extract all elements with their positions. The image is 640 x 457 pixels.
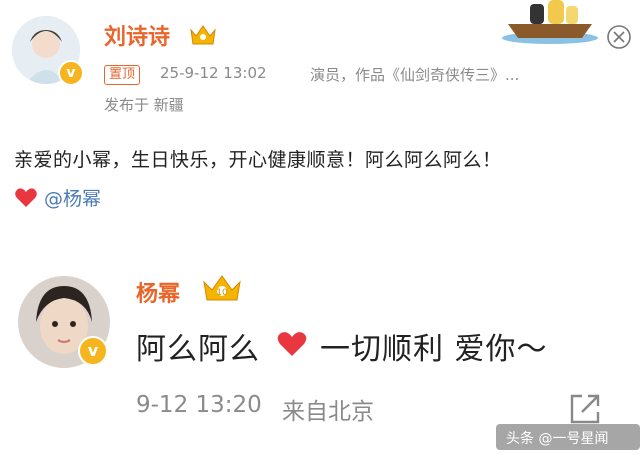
watermark-text: 头条 @一号星闻 — [506, 431, 609, 447]
reply-heart-icon — [276, 330, 308, 358]
pinned-badge: 置顶 — [104, 65, 141, 85]
reply-source: 来自北京 — [282, 399, 374, 425]
boat-sticker-image — [500, 0, 600, 45]
post-time: 25-9-12 13:02 — [160, 64, 267, 82]
crown-icon — [188, 22, 218, 48]
author-role: 演员，作品《仙剑奇侠传三》... — [310, 66, 520, 84]
heart-icon — [14, 187, 38, 209]
reply-crown-icon: 10 — [200, 272, 244, 304]
post-author-name[interactable]: 刘诗诗 — [104, 19, 170, 51]
share-icon[interactable] — [568, 392, 602, 426]
reply-text-part-1: 阿么阿么 — [136, 332, 260, 367]
post-location: 发布于 新疆 — [104, 96, 184, 114]
reply-time: 9-12 13:20 — [136, 392, 262, 418]
close-icon[interactable] — [606, 24, 632, 50]
reply-author-name[interactable]: 杨幂 — [136, 276, 180, 308]
mention-link[interactable]: @杨幂 — [44, 184, 101, 211]
post-text: 亲爱的小幂，生日快乐，开心健康顺意！阿么阿么阿么！ — [14, 149, 502, 171]
reply-verified-badge-icon: v — [78, 336, 108, 366]
reply-text-part-2: 一切顺利 爱你～ — [320, 332, 548, 367]
verified-badge-icon: v — [58, 60, 84, 86]
svg-text:10: 10 — [216, 288, 228, 298]
